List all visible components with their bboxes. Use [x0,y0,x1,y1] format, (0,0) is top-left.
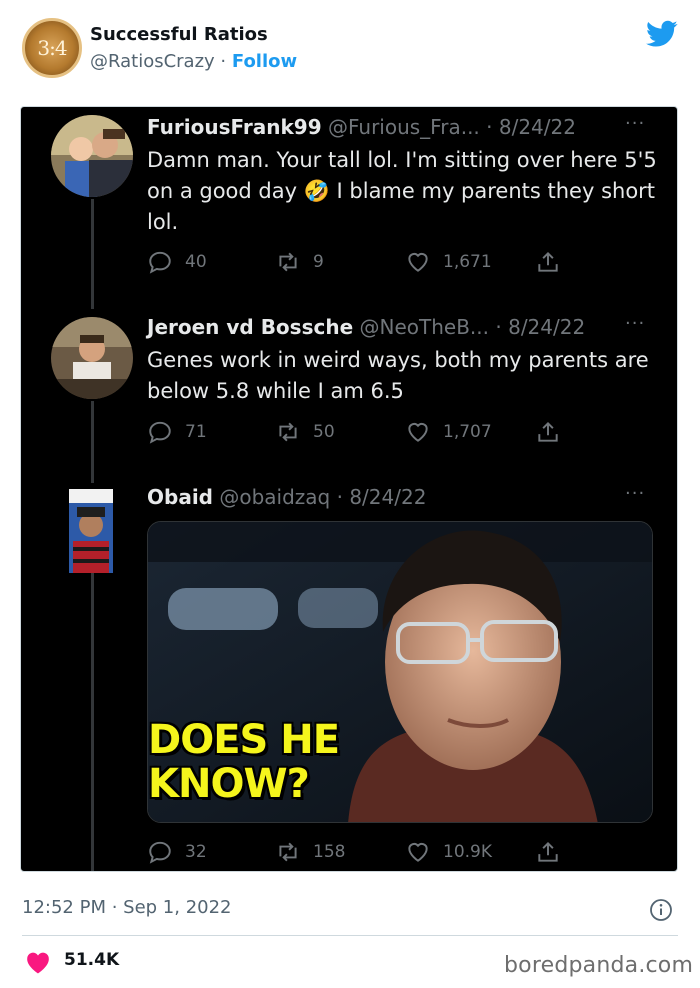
footer-divider [22,935,678,936]
reply-count: 40 [185,252,207,272]
retweet-button[interactable]: 50 [275,419,335,445]
account-handle-line: @RatiosCrazy · Follow [90,51,297,72]
retweet-count: 50 [313,422,335,442]
tweet-timestamp[interactable]: 12:52 PM · Sep 1, 2022 [22,897,232,918]
reply-button[interactable]: 32 [147,839,207,865]
account-handle[interactable]: @RatiosCrazy [90,51,215,72]
reply-button[interactable]: 40 [147,249,207,275]
heart-outline-icon [408,842,428,862]
media-caption: DOES HE KNOW? [148,717,340,807]
media-caption-line: DOES HE [148,717,340,763]
tweet-date[interactable]: 8/24/22 [508,315,585,339]
tweet-media-image[interactable]: DOES HE KNOW? [147,521,653,823]
tweet-author-name[interactable]: Obaid [147,485,213,509]
share-icon [538,251,558,272]
embed-header: 3:4 Successful Ratios @RatiosCrazy · Fol… [0,0,700,100]
like-count: 1,707 [443,422,492,442]
more-options-icon[interactable]: ··· [625,313,645,334]
tweet-header: FuriousFrank99 @Furious_Fra... · 8/24/22 [147,115,576,139]
user-avatar[interactable] [51,317,133,399]
retweet-icon [279,252,297,272]
tweet-text: Genes work in weird ways, both my parent… [147,348,649,403]
tweet-date[interactable]: 8/24/22 [499,115,576,139]
share-button[interactable] [535,419,561,445]
retweet-button[interactable]: 9 [275,249,324,275]
tweet-meta-separator: · [489,315,509,339]
like-button[interactable]: 1,671 [405,249,492,275]
media-caption-line: KNOW? [148,761,310,807]
tweet-actions: 71 50 1,707 [147,419,667,447]
retweet-count: 9 [313,252,324,272]
tweet-actions: 40 9 1,671 [147,249,667,277]
more-options-icon[interactable]: ··· [625,113,645,134]
twitter-bird-icon[interactable] [646,20,678,48]
handle-separator: · [214,51,232,72]
share-button[interactable] [535,249,561,275]
share-icon [538,421,558,442]
tweet-meta-separator: · [479,115,499,139]
retweet-count: 158 [313,842,346,862]
tweet-meta-separator: · [330,485,350,509]
reply-button[interactable]: 71 [147,419,207,445]
total-like-count[interactable]: 51.4K [64,950,119,970]
tweet-author-name[interactable]: FuriousFrank99 [147,115,322,139]
like-count: 1,671 [443,252,492,272]
share-icon [538,841,558,862]
tweet-item: FuriousFrank99 @Furious_Fra... · 8/24/22… [21,107,677,307]
tweet-author-handle[interactable]: @Furious_Fra... [328,115,480,139]
tweet-header: Obaid @obaidzaq · 8/24/22 [147,485,426,509]
heart-filled-icon[interactable] [25,950,51,974]
account-name[interactable]: Successful Ratios [90,24,268,45]
watermark: boredpanda.com [504,953,694,978]
tweet-author-handle[interactable]: @NeoTheB... [360,315,490,339]
like-button[interactable]: 1,707 [405,419,492,445]
user-avatar[interactable] [51,115,133,197]
tweet-author-handle[interactable]: @obaidzaq [219,485,330,509]
thread-screenshot: FuriousFrank99 @Furious_Fra... · 8/24/22… [20,106,678,872]
tweet-text: Damn man. Your tall lol. I'm sitting ove… [147,148,657,234]
reply-count: 71 [185,422,207,442]
retweet-button[interactable]: 158 [275,839,345,865]
follow-link[interactable]: Follow [232,51,297,72]
tweet-author-name[interactable]: Jeroen vd Bossche [147,315,353,339]
tweet-header: Jeroen vd Bossche @NeoTheB... · 8/24/22 [147,315,585,339]
reply-count: 32 [185,842,207,862]
retweet-icon [279,422,297,442]
share-button[interactable] [535,839,561,865]
info-icon[interactable] [649,898,673,922]
heart-outline-icon [408,252,428,272]
reply-icon [149,421,171,444]
tweet-actions: 32 158 10.9K [147,839,667,867]
reply-icon [149,251,171,274]
more-options-icon[interactable]: ··· [625,483,645,504]
avatar-logo-text: 3:4 [37,36,67,60]
like-count: 10.9K [443,842,492,862]
tweet-date[interactable]: 8/24/22 [349,485,426,509]
retweet-icon [279,842,297,862]
user-avatar[interactable] [69,489,113,573]
account-avatar[interactable]: 3:4 [22,18,82,78]
like-button[interactable]: 10.9K [405,839,492,865]
heart-outline-icon [408,422,428,442]
tweet-item: Jeroen vd Bossche @NeoTheB... · 8/24/22 … [21,307,677,477]
reply-icon [149,841,171,864]
